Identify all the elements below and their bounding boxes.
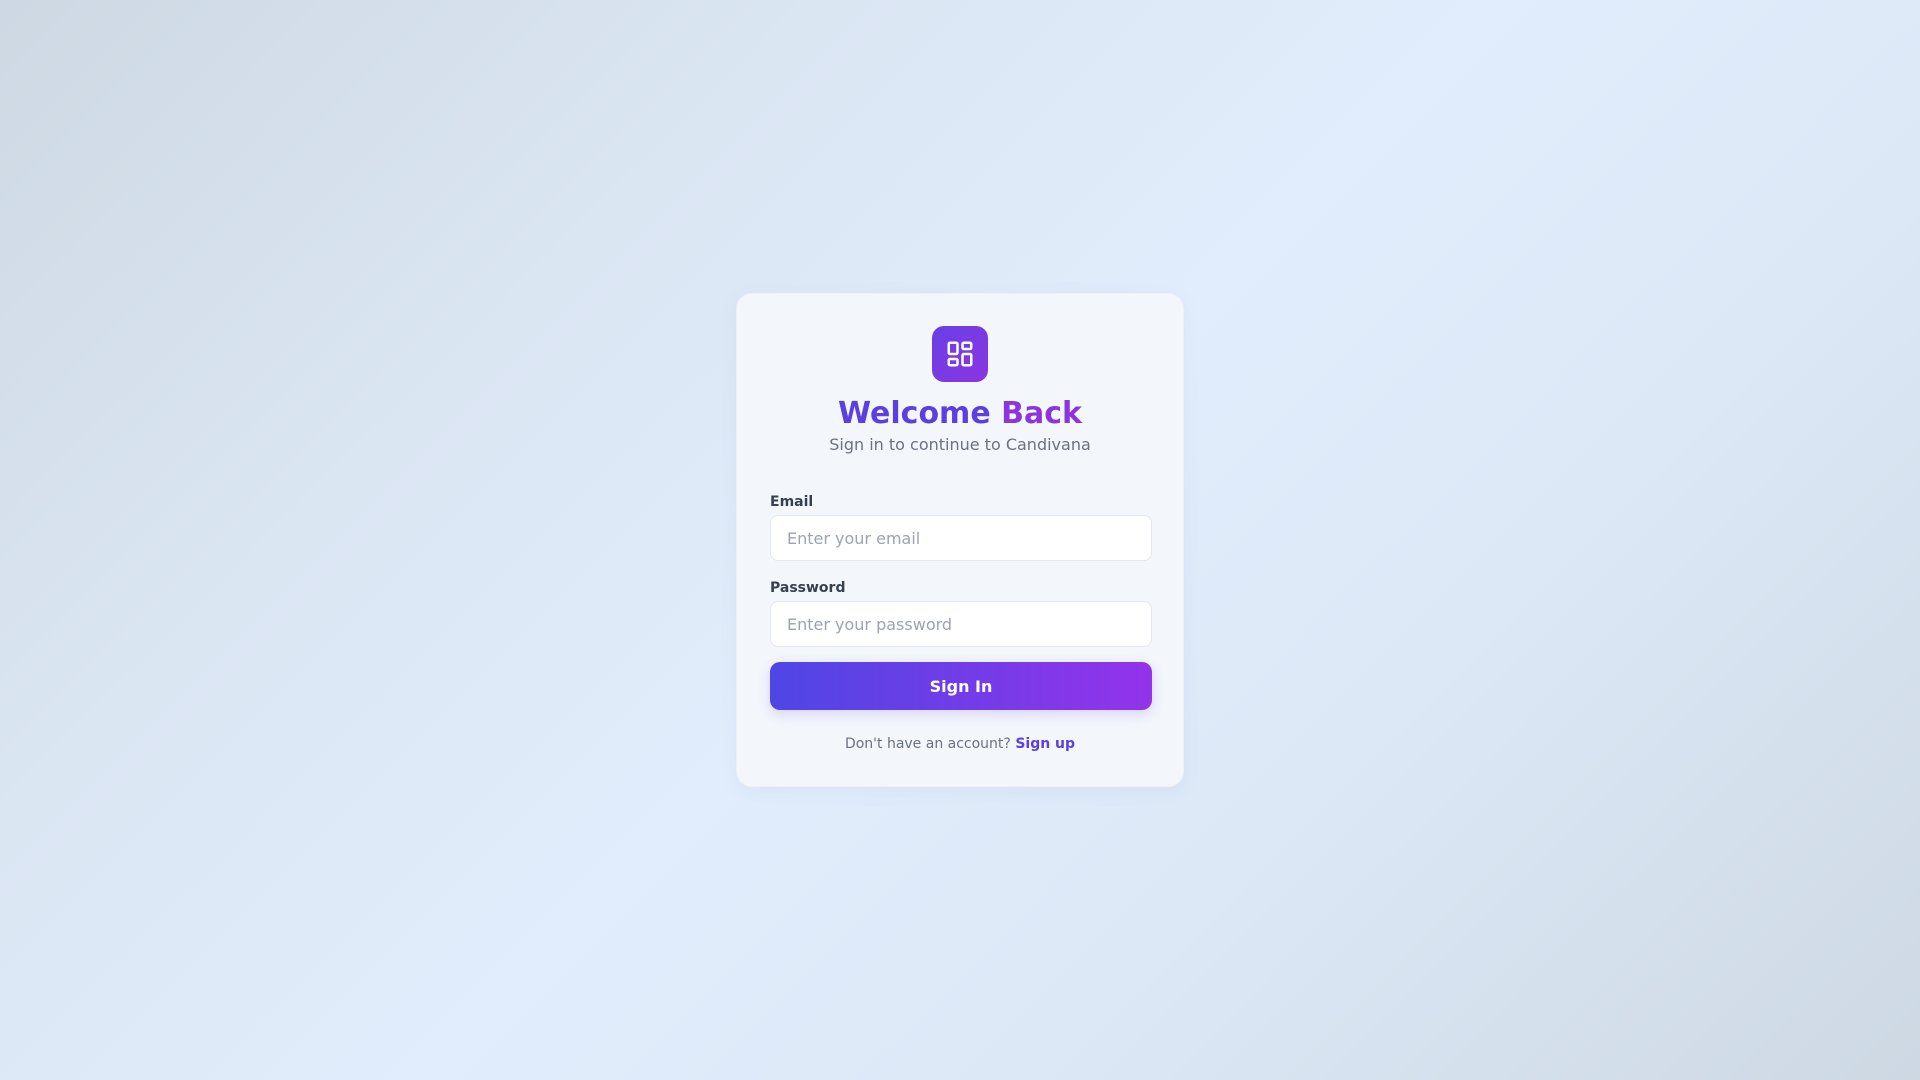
page-title: Welcome Back [737, 396, 1183, 432]
page-subtitle: Sign in to continue to Candivana [829, 435, 1091, 454]
sign-in-button[interactable]: Sign In [770, 662, 1152, 710]
password-label: Password [770, 580, 846, 596]
email-field[interactable] [770, 515, 1152, 561]
signup-prompt: Don't have an account? Sign up [737, 735, 1183, 753]
sign-up-link[interactable]: Sign up [1015, 736, 1075, 752]
email-label: Email [770, 494, 814, 510]
title-word-back: Back [1001, 396, 1082, 431]
login-card: Welcome Back Sign in to continue to Cand… [736, 293, 1184, 787]
signup-prompt-text: Don't have an account? [844, 736, 1011, 752]
password-field[interactable] [770, 601, 1152, 647]
title-word-welcome: Welcome [838, 396, 991, 431]
dashboard-grid-icon [947, 341, 973, 367]
app-logo [932, 326, 988, 382]
